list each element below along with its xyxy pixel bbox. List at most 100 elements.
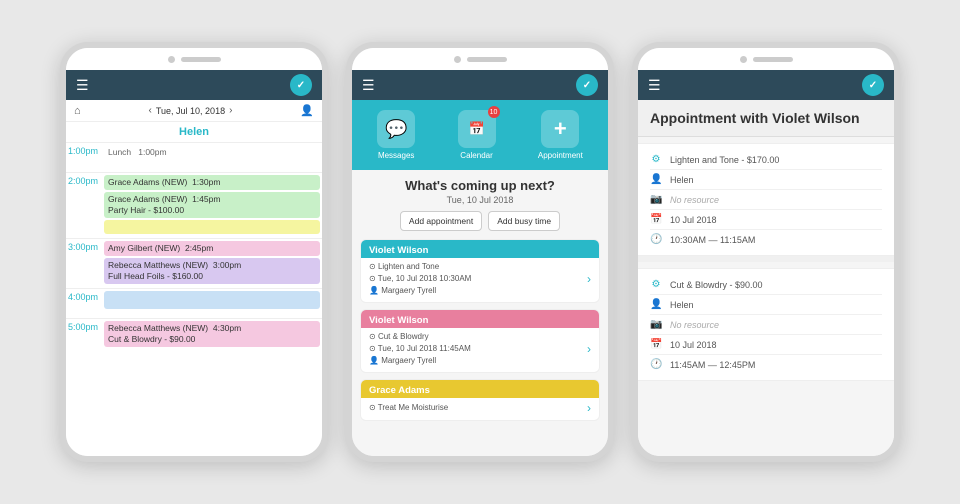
time-label-5pm: 5:00pm (66, 319, 102, 335)
event-blue[interactable] (104, 291, 320, 309)
messages-icon-item[interactable]: 💬 Messages (377, 110, 415, 160)
resource-text-1: No resource (670, 195, 719, 205)
date-icon-2: 📅 (650, 339, 662, 350)
event-rebecca-1[interactable]: Rebecca Matthews (NEW) 3:00pmFull Head F… (104, 258, 320, 284)
appointment-label: Appointment (538, 151, 583, 160)
appt-service-1: ⊙ Lighten and Tone (369, 261, 471, 273)
appt-arrow-3: › (587, 401, 591, 415)
appt-card-header-violet-1: Violet Wilson (361, 240, 599, 258)
time-label-2pm: 2:00pm (66, 173, 102, 189)
profile-icon[interactable]: 👤 (300, 104, 314, 117)
staff-text-2: Helen (670, 300, 694, 310)
appt-card-header-grace: Grace Adams (361, 380, 599, 398)
phone-camera-1 (168, 56, 175, 63)
time-row-2pm: 2:00pm Grace Adams (NEW) 1:30pm Grace Ad… (66, 172, 322, 238)
appt-service-3: ⊙ Treat Me Moisturise (369, 402, 448, 414)
phone-top-bar-2 (352, 48, 608, 70)
hamburger-icon-2[interactable]: ☰ (362, 77, 375, 94)
prev-arrow[interactable]: ‹ (149, 105, 152, 116)
calendar-nav: ⌂ ‹ Tue, Jul 10, 2018 › 👤 (66, 100, 322, 122)
date-text-1: 10 Jul 2018 (670, 215, 717, 225)
phone-speaker-1 (181, 57, 221, 62)
staff-icon-1: 👤 (650, 174, 662, 185)
calendar-label: Calendar (460, 151, 492, 160)
dashboard-content: What's coming up next? Tue, 10 Jul 2018 … (352, 170, 608, 456)
detail-content: Appointment with Violet Wilson ⚙ Lighten… (638, 100, 894, 456)
appt-details-violet-1: ⊙ Lighten and Tone ⊙ Tue, 10 Jul 2018 10… (369, 261, 471, 297)
appt-staff-2: 👤 Margaery Tyrell (369, 355, 471, 367)
staff-icon-2: 👤 (650, 299, 662, 310)
time-text-1: 10:30AM — 11:15AM (670, 235, 755, 245)
service-icon-1: ⚙ (650, 154, 662, 165)
phone-1: ☰ ✓ ⌂ ‹ Tue, Jul 10, 2018 › 👤 Helen 1:00… (60, 42, 328, 462)
date-icon-1: 📅 (650, 214, 662, 225)
service-text-2: Cut & Blowdry - $90.00 (670, 280, 763, 290)
time-row-1pm: 1:00pm Lunch 1:00pm (66, 142, 322, 172)
detail-date-1: 📅 10 Jul 2018 (650, 210, 882, 230)
detail-date-2: 📅 10 Jul 2018 (650, 335, 882, 355)
event-amy[interactable]: Amy Gilbert (NEW) 2:45pm (104, 241, 320, 256)
next-arrow[interactable]: › (229, 105, 232, 116)
logo-1: ✓ (290, 74, 312, 96)
phone-3: ☰ ✓ Appointment with Violet Wilson ⚙ Lig… (632, 42, 900, 462)
app-header-2: ☰ ✓ (352, 70, 608, 100)
app-header-1: ☰ ✓ (66, 70, 322, 100)
appt-card-grace[interactable]: Grace Adams ⊙ Treat Me Moisturise › (360, 379, 600, 421)
messages-icon: 💬 (377, 110, 415, 148)
calendar-content: Helen 1:00pm Lunch 1:00pm 2:00pm Grace A… (66, 122, 322, 456)
appt-datetime-2: ⊙ Tue, 10 Jul 2018 11:45AM (369, 343, 471, 355)
hamburger-icon-3[interactable]: ☰ (648, 77, 661, 94)
calendar-icon-item[interactable]: 📅 10 Calendar (458, 110, 496, 160)
dashboard-date: Tue, 10 Jul 2018 (352, 195, 608, 211)
event-grace-1[interactable]: Grace Adams (NEW) 1:30pm (104, 175, 320, 190)
dashboard-icons-row: 💬 Messages 📅 10 Calendar + Appointment (352, 100, 608, 170)
phone-camera-3 (740, 56, 747, 63)
event-rebecca-2[interactable]: Rebecca Matthews (NEW) 4:30pmCut & Blowd… (104, 321, 320, 347)
time-label-4pm: 4:00pm (66, 289, 102, 305)
detail-resource-2: 📷 No resource (650, 315, 882, 335)
appt-card-violet-2[interactable]: Violet Wilson ⊙ Cut & Blowdry ⊙ Tue, 10 … (360, 309, 600, 373)
appt-staff-1: 👤 Margaery Tyrell (369, 285, 471, 297)
cal-date: Tue, Jul 10, 2018 (156, 106, 225, 116)
logo-2: ✓ (576, 74, 598, 96)
appt-card-header-violet-2: Violet Wilson (361, 310, 599, 328)
phone-top-bar-3 (638, 48, 894, 70)
time-icon-2: 🕐 (650, 359, 662, 370)
appt-card-body-violet-2: ⊙ Cut & Blowdry ⊙ Tue, 10 Jul 2018 11:45… (361, 328, 599, 372)
home-icon[interactable]: ⌂ (74, 105, 81, 117)
service-icon-2: ⚙ (650, 279, 662, 290)
phone-speaker-3 (753, 57, 793, 62)
appointment-icon-item[interactable]: + Appointment (538, 110, 583, 160)
event-lunch[interactable]: Lunch 1:00pm (104, 145, 320, 160)
add-appointment-icon: + (541, 110, 579, 148)
event-grace-2[interactable]: Grace Adams (NEW) 1:45pmParty Hair - $10… (104, 192, 320, 218)
detail-service-2: ⚙ Cut & Blowdry - $90.00 (650, 275, 882, 295)
appt-card-body-grace: ⊙ Treat Me Moisturise › (361, 398, 599, 420)
appt-arrow-1: › (587, 272, 591, 286)
phone-speaker-2 (467, 57, 507, 62)
detail-section-1: ⚙ Lighten and Tone - $170.00 👤 Helen 📷 N… (638, 143, 894, 256)
whats-next-heading: What's coming up next? (352, 170, 608, 195)
appt-details-grace: ⊙ Treat Me Moisturise (369, 402, 448, 414)
appt-card-violet-1[interactable]: Violet Wilson ⊙ Lighten and Tone ⊙ Tue, … (360, 239, 600, 303)
hamburger-icon-1[interactable]: ☰ (76, 77, 89, 94)
detail-staff-2: 👤 Helen (650, 295, 882, 315)
add-appointment-button[interactable]: Add appointment (400, 211, 482, 231)
add-busy-time-button[interactable]: Add busy time (488, 211, 560, 231)
staff-name: Helen (66, 122, 322, 142)
event-yellow[interactable] (104, 220, 320, 234)
time-icon-1: 🕐 (650, 234, 662, 245)
time-row-5pm: 5:00pm Rebecca Matthews (NEW) 4:30pmCut … (66, 318, 322, 351)
detail-staff-1: 👤 Helen (650, 170, 882, 190)
logo-3: ✓ (862, 74, 884, 96)
detail-divider (638, 256, 894, 262)
detail-service-1: ⚙ Lighten and Tone - $170.00 (650, 150, 882, 170)
messages-label: Messages (378, 151, 414, 160)
time-label-3pm: 3:00pm (66, 239, 102, 255)
date-text-2: 10 Jul 2018 (670, 340, 717, 350)
detail-resource-1: 📷 No resource (650, 190, 882, 210)
appt-card-body-violet-1: ⊙ Lighten and Tone ⊙ Tue, 10 Jul 2018 10… (361, 258, 599, 302)
resource-icon-1: 📷 (650, 194, 662, 205)
appointment-title: Appointment with Violet Wilson (638, 100, 894, 137)
appt-details-violet-2: ⊙ Cut & Blowdry ⊙ Tue, 10 Jul 2018 11:45… (369, 331, 471, 367)
